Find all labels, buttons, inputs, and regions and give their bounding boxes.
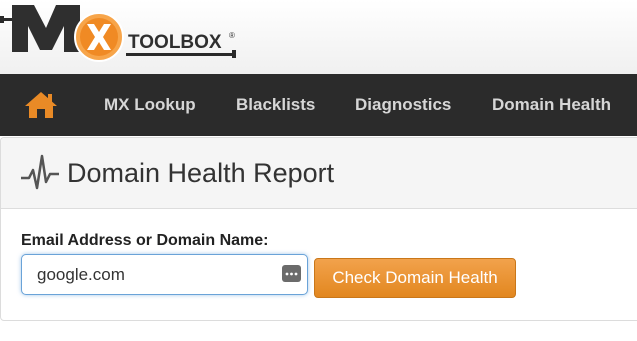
nav-item-mx-lookup[interactable]: MX Lookup — [104, 74, 196, 136]
domain-health-panel: Domain Health Report Email Address or Do… — [0, 137, 637, 321]
main-nav: MX Lookup Blacklists Diagnostics Domain … — [0, 74, 637, 136]
home-icon[interactable] — [24, 90, 58, 120]
domain-field-label: Email Address or Domain Name: — [21, 232, 269, 249]
mxtoolbox-logo[interactable]: MX TOOLBOX ® — [0, 0, 250, 70]
domain-input-wrapper — [21, 254, 308, 295]
domain-input[interactable] — [22, 255, 272, 294]
pulse-icon — [21, 154, 59, 190]
page-title: Domain Health Report — [67, 158, 335, 188]
panel-header: Domain Health Report — [1, 138, 637, 209]
check-domain-health-button[interactable]: Check Domain Health — [314, 258, 516, 298]
nav-item-domain-health[interactable]: Domain Health — [492, 74, 611, 136]
password-manager-icon[interactable] — [282, 265, 301, 282]
header: MX TOOLBOX ® — [0, 0, 637, 74]
logo-toolbox-text: TOOLBOX — [128, 32, 222, 53]
page: MX TOOLBOX ® MX Lookup Blacklists Diagno… — [0, 0, 637, 341]
logo-trademark: ® — [229, 31, 235, 40]
nav-item-blacklists[interactable]: Blacklists — [236, 74, 315, 136]
nav-item-diagnostics[interactable]: Diagnostics — [355, 74, 451, 136]
